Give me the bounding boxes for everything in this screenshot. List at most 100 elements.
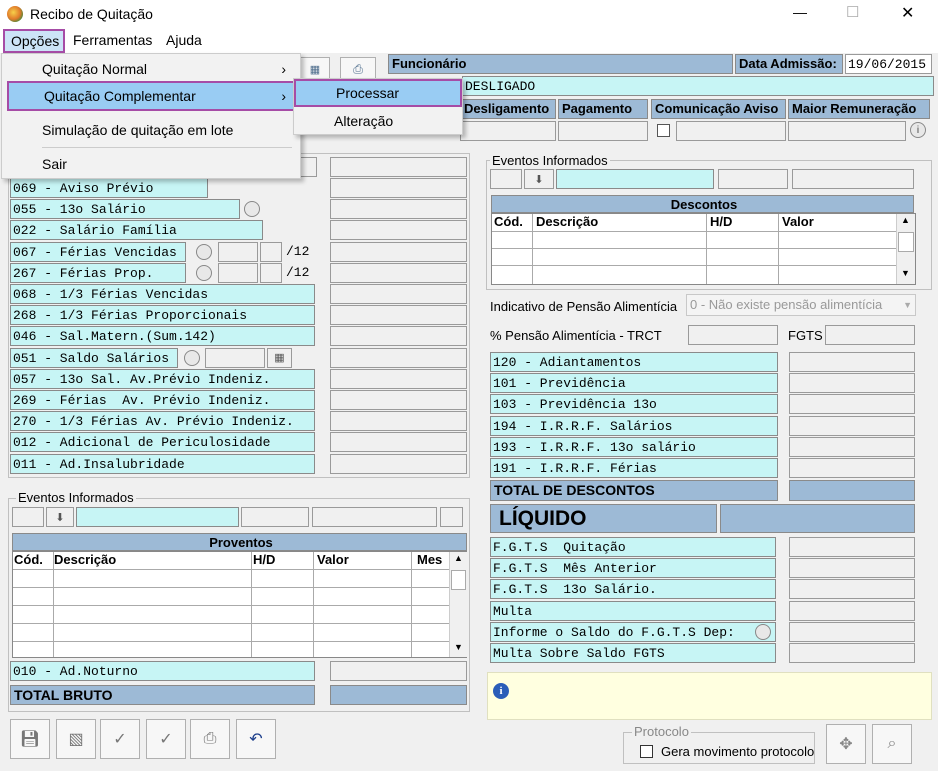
left-top-value [330, 157, 467, 177]
menu-item-label: Quitação Normal [42, 61, 148, 77]
grid-col-line [778, 214, 779, 284]
submenu-label: Alteração [334, 113, 394, 129]
menu-item-quitacao-normal[interactable]: Quitação Normal › [2, 54, 300, 84]
eventos-left-mes[interactable] [440, 507, 463, 527]
dscroll-down-icon[interactable]: ▼ [901, 268, 910, 278]
calc-icon[interactable] [196, 264, 212, 281]
fgts-label: FGTS [788, 328, 823, 343]
left-row: 268 - 1/3 Férias Proporcionais [10, 305, 315, 326]
pensao-select[interactable]: 0 - Não existe pensão alimentícia ▼ [686, 294, 916, 316]
settings-button[interactable]: ✥ [826, 724, 866, 764]
eventos-left-hd[interactable] [241, 507, 309, 527]
left-row-value [330, 178, 467, 198]
dscroll-thumb[interactable] [898, 232, 914, 252]
confirm-button[interactable]: ✓ [100, 719, 140, 759]
fgts-row-value [789, 537, 915, 557]
submenu-item-processar[interactable]: Processar [294, 79, 462, 107]
months-field-2[interactable] [260, 241, 282, 262]
save-button[interactable]: 💾︎ [10, 719, 50, 759]
info-icon[interactable] [196, 243, 212, 260]
download-icon-right[interactable]: ⬇ [524, 169, 554, 189]
eventos-left-code[interactable] [12, 507, 44, 527]
months-field-2[interactable] [260, 262, 282, 283]
grid-row-line [13, 605, 449, 606]
minimize-button[interactable]: — [793, 4, 807, 20]
left-row-value [330, 432, 467, 453]
info-icon[interactable] [184, 349, 200, 366]
months-field[interactable] [218, 241, 258, 262]
fgts-row-value [789, 579, 915, 600]
scroll-up-icon[interactable]: ▲ [454, 553, 463, 563]
left-row-value [330, 284, 467, 304]
pensao-label: Indicativo de Pensão Alimentícia [490, 299, 678, 314]
scroll-down-icon[interactable]: ▼ [454, 642, 463, 652]
menu-opcoes[interactable]: Opções [3, 29, 65, 53]
eventos-right-hd[interactable] [718, 169, 788, 189]
slash12-label: /12 [286, 243, 310, 259]
eventos-left-valor[interactable] [312, 507, 437, 527]
menu-ajuda[interactable]: Ajuda [166, 32, 202, 48]
protocolo-checkbox[interactable] [640, 745, 653, 758]
menu-item-simulacao[interactable]: Simulação de quitação em lote [2, 115, 300, 145]
close-button[interactable]: ✕ [901, 3, 914, 23]
situacao-field: DESLIGADO [462, 76, 934, 96]
submenu-item-alteracao[interactable]: Alteração [294, 107, 462, 135]
descontos-title: Descontos [491, 195, 914, 213]
pct-pensao-field[interactable] [688, 325, 778, 345]
eventos-right-desc[interactable] [556, 169, 714, 189]
right-row-value [789, 436, 915, 457]
pensao-select-value: 0 - Não existe pensão alimentícia [690, 297, 883, 312]
col-valor: Valor [317, 552, 349, 567]
search-button[interactable]: ⌕ [872, 724, 912, 764]
menu-ferramentas[interactable]: Ferramentas [73, 32, 152, 48]
months-field[interactable] [218, 262, 258, 283]
total-descontos-value [789, 480, 915, 501]
descontos-header: Cód. Descrição H/D Valor [492, 214, 896, 231]
confirm-button-2[interactable]: ✓ [146, 719, 186, 759]
scroll-thumb[interactable] [451, 570, 466, 590]
download-icon[interactable]: ⬇ [46, 507, 74, 527]
maior-remuneracao-field[interactable] [788, 121, 906, 141]
calendar-icon[interactable]: ▦ [267, 347, 292, 368]
eventos-left-desc[interactable] [76, 507, 239, 527]
menu-item-quitacao-complementar[interactable]: Quitação Complementar › [7, 81, 297, 111]
eventos-right-code[interactable] [490, 169, 522, 189]
undo-button[interactable]: ↶ [236, 719, 276, 759]
submenu-label: Processar [336, 85, 400, 101]
left-row-value [330, 368, 467, 389]
fgts-row: F.G.T.S Quitação [490, 537, 776, 557]
grid-row-line [13, 641, 449, 642]
comunicacao-checkbox[interactable] [657, 124, 670, 137]
pagamento-field[interactable] [558, 121, 648, 141]
desligamento-field[interactable] [460, 121, 556, 141]
data-admissao-label: Data Admissão: [735, 54, 843, 74]
print-button[interactable]: ⎙ [190, 719, 230, 759]
comunicacao-aviso-label: Comunicação Aviso [651, 99, 786, 119]
maximize-button[interactable]: ☐ [846, 3, 859, 21]
data-admissao-field[interactable]: 19/06/2015 [845, 54, 932, 74]
right-row-value [789, 394, 915, 415]
dscroll-up-icon[interactable]: ▲ [901, 215, 910, 225]
right-row-value [789, 352, 915, 372]
grid-row-line [492, 231, 896, 232]
calculator-button[interactable]: ▧ [56, 719, 96, 759]
info-icon[interactable] [755, 623, 771, 640]
col-hd: H/D [253, 552, 276, 567]
grid-row-line [492, 248, 896, 249]
info-icon[interactable]: i [910, 122, 926, 138]
eventos-right-valor[interactable] [792, 169, 914, 189]
grid-col-line [411, 552, 412, 657]
desligamento-label: Desligamento [460, 99, 556, 119]
menu-separator [42, 147, 292, 148]
days-field[interactable] [205, 347, 265, 368]
grid-col-line [532, 214, 533, 284]
eventos-right-label: Eventos Informados [490, 153, 610, 168]
proventos-scrollbar[interactable]: ▲ ▼ [449, 552, 467, 657]
dcol-cod: Cód. [494, 214, 523, 229]
comunicacao-field[interactable] [676, 121, 786, 141]
fgts-field[interactable] [825, 325, 915, 345]
descontos-scrollbar[interactable]: ▲ ▼ [896, 214, 915, 284]
protocolo-check-label: Gera movimento protocolo [661, 744, 815, 759]
menu-item-sair[interactable]: Sair [2, 149, 300, 179]
proventos-title: Proventos [12, 533, 467, 551]
